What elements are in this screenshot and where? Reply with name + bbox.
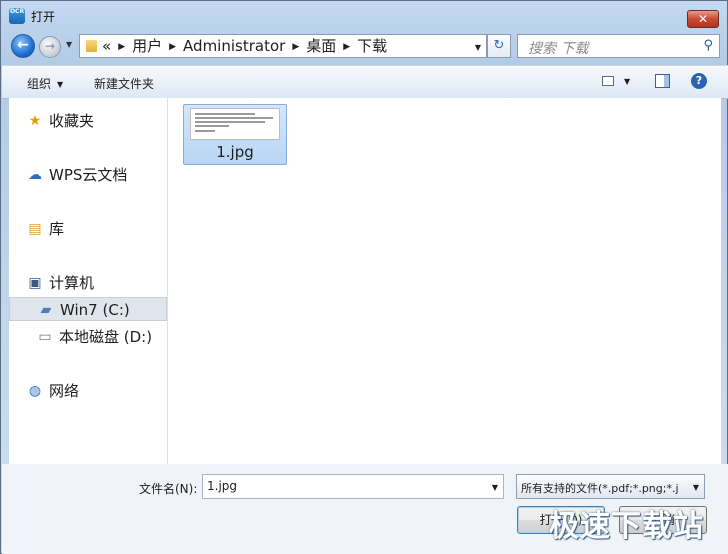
sidebar-item-local-disk-d[interactable]: ▭ 本地磁盘 (D:) xyxy=(9,325,167,349)
organize-button[interactable]: 组织 ▼ xyxy=(27,75,63,92)
star-icon: ★ xyxy=(28,113,42,129)
network-icon: ◍ xyxy=(28,383,42,399)
chevron-right-icon[interactable]: ▶ xyxy=(169,42,176,52)
computer-icon: ▣ xyxy=(28,275,42,291)
sidebar-item-label: 本地磁盘 (D:) xyxy=(59,328,153,346)
image-thumbnail xyxy=(190,108,280,140)
new-folder-button[interactable]: 新建文件夹 xyxy=(94,75,154,92)
search-input[interactable]: 搜索 下载 ⚲ xyxy=(517,34,720,58)
drive-icon: ▭ xyxy=(38,329,52,345)
sidebar-item-network[interactable]: ◍ 网络 xyxy=(9,379,167,403)
sidebar-item-label: 计算机 xyxy=(49,274,95,292)
navigation-pane: ★ 收藏夹 ☁ WPS云文档 ▤ 库 ▣ 计算机 ▰ Win7 (C:) ▭ 本… xyxy=(9,98,168,464)
help-icon[interactable]: ? xyxy=(691,73,707,89)
change-view-icon[interactable] xyxy=(602,76,614,86)
file-list: 1.jpg xyxy=(168,98,721,464)
system-drive-icon: ▰ xyxy=(40,302,52,318)
file-type-select[interactable]: 所有支持的文件(*.pdf;*.png;*.j ▼ xyxy=(516,474,705,499)
search-icon[interactable]: ⚲ xyxy=(703,38,713,53)
sidebar-item-favorites[interactable]: ★ 收藏夹 xyxy=(9,109,167,133)
cloud-icon: ☁ xyxy=(28,167,42,183)
address-dropdown-icon[interactable]: ▼ xyxy=(475,43,481,52)
library-icon: ▤ xyxy=(28,221,42,237)
open-file-dialog: OCR 打开 ✕ ← → ▼ « ▶ 用户 ▶ Administrator ▶ 桌面 ▶ 下载 … xyxy=(0,0,728,554)
organize-label: 组织 xyxy=(27,77,52,91)
filename-label: 文件名(N): xyxy=(139,482,198,496)
address-bar[interactable]: « ▶ 用户 ▶ Administrator ▶ 桌面 ▶ 下载 ▼ xyxy=(79,34,487,58)
command-bar: 组织 ▼ 新建文件夹 ▼ ? xyxy=(2,65,728,99)
breadcrumb-users[interactable]: 用户 xyxy=(132,37,162,55)
sidebar-item-label: 收藏夹 xyxy=(49,112,95,130)
chevron-right-icon[interactable]: ▶ xyxy=(118,42,125,52)
close-button[interactable]: ✕ xyxy=(687,10,719,28)
chevron-down-icon: ▼ xyxy=(57,80,64,89)
file-item[interactable]: 1.jpg xyxy=(183,104,287,165)
forward-button[interactable]: → xyxy=(39,36,61,58)
ocr-app-icon: OCR xyxy=(9,8,25,24)
back-button[interactable]: ← xyxy=(11,34,35,58)
refresh-button[interactable]: ↻ xyxy=(487,34,511,58)
breadcrumb-desktop[interactable]: 桌面 xyxy=(306,37,336,55)
window-title: 打开 xyxy=(31,10,56,24)
title-bar: OCR 打开 ✕ xyxy=(1,1,727,31)
folder-icon xyxy=(86,40,97,52)
file-type-value: 所有支持的文件(*.pdf;*.png;*.j xyxy=(521,482,679,495)
chevron-down-icon: ▼ xyxy=(692,483,699,492)
search-placeholder: 搜索 下载 xyxy=(528,41,589,57)
preview-pane-icon[interactable] xyxy=(655,74,670,88)
breadcrumb-downloads[interactable]: 下载 xyxy=(357,37,387,55)
filename-value: 1.jpg xyxy=(207,479,238,493)
watermark-logo: 极速下载站 xyxy=(549,509,704,544)
file-name: 1.jpg xyxy=(216,143,254,161)
recent-locations-dropdown-icon[interactable]: ▼ xyxy=(66,40,72,49)
sidebar-item-label: WPS云文档 xyxy=(49,166,128,184)
breadcrumb: « ▶ 用户 ▶ Administrator ▶ 桌面 ▶ 下载 xyxy=(102,35,387,57)
filename-input[interactable]: 1.jpg ▼ xyxy=(202,474,504,499)
sidebar-item-wps-cloud[interactable]: ☁ WPS云文档 xyxy=(9,163,167,187)
breadcrumb-overflow[interactable]: « xyxy=(102,37,111,55)
chevron-right-icon[interactable]: ▶ xyxy=(343,42,350,52)
sidebar-item-label: 库 xyxy=(49,220,65,238)
chevron-right-icon[interactable]: ▶ xyxy=(292,42,299,52)
sidebar-item-win7-c[interactable]: ▰ Win7 (C:) xyxy=(9,297,167,321)
sidebar-item-label: 网络 xyxy=(49,382,80,400)
breadcrumb-administrator[interactable]: Administrator xyxy=(183,37,285,55)
chevron-down-icon[interactable]: ▼ xyxy=(492,483,498,492)
view-options-dropdown-icon[interactable]: ▼ xyxy=(624,77,630,86)
sidebar-item-library[interactable]: ▤ 库 xyxy=(9,217,167,241)
sidebar-item-label: Win7 (C:) xyxy=(60,301,130,319)
sidebar-item-computer[interactable]: ▣ 计算机 xyxy=(9,271,167,295)
